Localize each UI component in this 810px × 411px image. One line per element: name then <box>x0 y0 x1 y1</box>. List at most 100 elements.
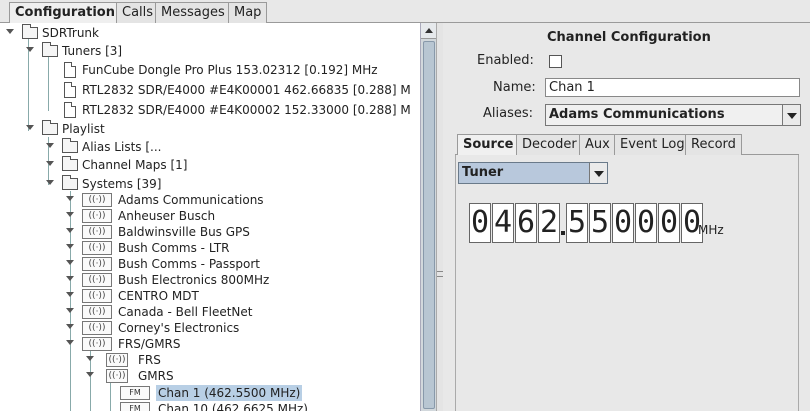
radio-tower-icon: ((·)) <box>82 209 112 223</box>
radio-tower-icon: ((·)) <box>82 257 112 271</box>
aliases-selected: Adams Communications <box>549 107 725 122</box>
frequency-digit[interactable]: 0 <box>658 203 680 243</box>
fm-channel-icon: FM <box>120 386 150 400</box>
tree-label: Systems [39] <box>82 177 162 191</box>
document-icon <box>64 82 76 98</box>
tab-configuration[interactable]: Configuration <box>9 2 121 24</box>
expand-icon[interactable] <box>66 244 74 252</box>
frequency-digit[interactable]: 5 <box>566 203 588 243</box>
tree-label: CENTRO MDT <box>118 289 199 303</box>
frequency-digit[interactable]: 0 <box>612 203 634 243</box>
radio-tower-icon: ((·)) <box>82 241 112 255</box>
collapse-icon[interactable] <box>46 180 54 188</box>
tree-line <box>48 57 49 111</box>
scroll-up-arrow-icon[interactable] <box>421 23 436 39</box>
radio-tower-icon: ((·)) <box>82 337 112 351</box>
aliases-dropdown[interactable]: Adams Communications <box>545 104 801 126</box>
expand-icon[interactable] <box>66 260 74 268</box>
tree-label: GMRS <box>138 369 174 383</box>
collapse-icon[interactable] <box>66 340 74 348</box>
tab-decoder[interactable]: Decoder <box>516 134 583 155</box>
tree-label: Channel Maps [1] <box>82 158 188 172</box>
enabled-checkbox[interactable] <box>549 55 562 68</box>
tab-calls[interactable]: Calls <box>116 2 160 23</box>
tab-event-log[interactable]: Event Log <box>614 134 691 155</box>
source-type-dropdown[interactable]: Tuner <box>458 162 608 184</box>
tab-messages[interactable]: Messages <box>155 2 231 23</box>
folder-icon <box>42 42 58 57</box>
tree-label: FunCube Dongle Pro Plus 153.02312 [0.192… <box>82 63 378 77</box>
expand-icon[interactable] <box>86 356 94 364</box>
expand-icon[interactable] <box>66 308 74 316</box>
expand-icon[interactable] <box>46 161 54 169</box>
expand-icon[interactable] <box>66 324 74 332</box>
radio-tower-icon: ((·)) <box>82 225 112 239</box>
tree-label: Bush Comms - LTR <box>118 241 230 255</box>
chevron-down-icon[interactable] <box>589 163 607 183</box>
document-icon <box>64 62 76 78</box>
name-label: Name: <box>493 80 536 95</box>
expand-icon[interactable] <box>66 196 74 204</box>
tree-label: Canada - Bell FleetNet <box>118 305 253 319</box>
tab-map[interactable]: Map <box>228 2 268 23</box>
expand-icon[interactable] <box>46 143 54 151</box>
tab-aux[interactable]: Aux <box>579 134 616 155</box>
radio-tower-icon: ((·)) <box>82 193 112 207</box>
frequency-digit[interactable]: 0 <box>635 203 657 243</box>
tree-label: Anheuser Busch <box>118 209 216 223</box>
collapse-icon[interactable] <box>86 372 94 380</box>
folder-icon <box>62 138 78 153</box>
panel-title: Channel Configuration <box>547 30 711 45</box>
tree-label: Playlist <box>62 122 105 136</box>
chevron-down-icon[interactable] <box>782 105 800 125</box>
main-tabbar: Configuration Calls Messages Map <box>0 0 810 24</box>
frequency-digit[interactable]: 4 <box>492 203 514 243</box>
collapse-icon[interactable] <box>26 47 34 55</box>
frequency-digit[interactable]: 5 <box>589 203 611 243</box>
tab-record[interactable]: Record <box>685 134 742 155</box>
folder-icon <box>22 24 38 39</box>
folder-icon <box>62 175 78 190</box>
radio-tower-icon: ((·)) <box>82 289 112 303</box>
tree-label: RTL2832 SDR/E4000 #E4K00002 152.33000 [0… <box>82 103 411 117</box>
radio-tower-icon: ((·)) <box>82 273 112 287</box>
expand-icon[interactable] <box>66 292 74 300</box>
expand-icon[interactable] <box>66 276 74 284</box>
document-icon <box>64 102 76 118</box>
frequency-digit[interactable]: 0 <box>469 203 491 243</box>
scroll-thumb[interactable] <box>423 41 435 409</box>
tree-line <box>70 191 71 411</box>
folder-icon <box>42 120 58 135</box>
radio-tower-icon: ((·)) <box>82 321 112 335</box>
tree-label: RTL2832 SDR/E4000 #E4K00001 462.66835 [0… <box>82 83 411 97</box>
config-subtabs: Source Decoder Aux Event Log Record <box>455 134 799 155</box>
expand-icon[interactable] <box>66 212 74 220</box>
tree-label: Alias Lists [... <box>82 140 162 154</box>
fm-channel-icon: FM <box>120 402 150 411</box>
tree-label: SDRTrunk <box>42 26 99 40</box>
radio-tower-icon: ((·)) <box>106 369 128 383</box>
source-type-selected: Tuner <box>462 165 504 180</box>
aliases-label: Aliases: <box>483 106 534 121</box>
collapse-icon[interactable] <box>26 125 34 133</box>
expand-icon[interactable] <box>66 228 74 236</box>
tree-label: Corney's Electronics <box>118 321 240 335</box>
frequency-unit: MHz <box>698 223 724 237</box>
channel-config-panel: Channel Configuration Enabled: Name: Cha… <box>443 23 810 411</box>
source-panel: Tuner 0 4 6 2 5 5 0 0 0 0 MHz <box>455 155 799 411</box>
tree-label: Baldwinsville Bus GPS <box>118 225 250 239</box>
tab-source[interactable]: Source <box>457 134 520 155</box>
config-tree[interactable]: SDRTrunk Tuners [3] FunCube Dongle Pro P… <box>0 23 437 411</box>
frequency-digit[interactable]: 2 <box>538 203 560 243</box>
collapse-icon[interactable] <box>6 29 14 37</box>
tree-line <box>110 383 111 411</box>
tree-label: FRS/GMRS <box>118 337 181 351</box>
tree-label: Bush Comms - Passport <box>118 257 260 271</box>
frequency-digit[interactable]: 6 <box>515 203 537 243</box>
tree-scrollbar[interactable] <box>420 23 436 411</box>
radio-tower-icon: ((·)) <box>106 353 128 367</box>
decimal-point <box>561 231 565 235</box>
tree-label: Adams Communications <box>118 193 264 207</box>
name-field[interactable]: Chan 1 <box>545 78 800 97</box>
tree-label: Tuners [3] <box>62 44 123 58</box>
